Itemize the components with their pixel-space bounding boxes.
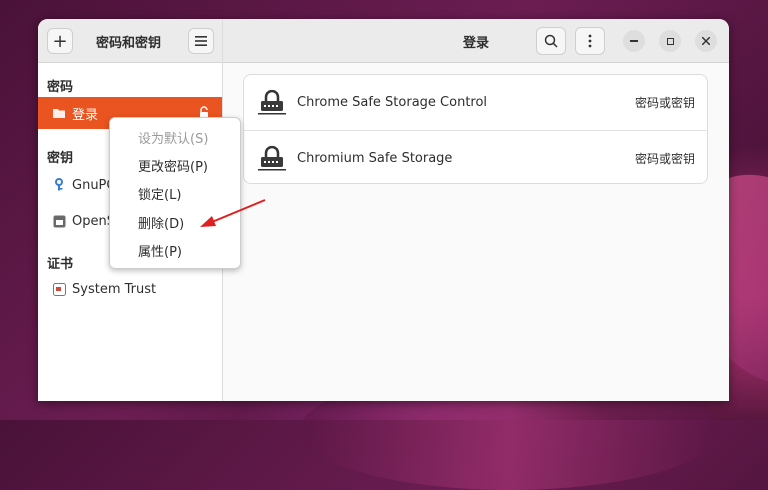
certificate-icon [52, 282, 66, 296]
section-certificates: 证书 [47, 257, 74, 272]
section-keys: 密钥 [47, 151, 74, 166]
sidebar-item-system-trust[interactable]: System Trust [38, 273, 222, 305]
entries-list: Chrome Safe Storage Control 密码或密钥 Chromi… [243, 74, 708, 184]
keyring-lock-icon [258, 89, 286, 120]
entry-type: 密码或密钥 [634, 96, 695, 110]
entry-name: Chromium Safe Storage [297, 151, 453, 166]
key-icon [52, 178, 66, 192]
minimize-button[interactable] [623, 30, 645, 52]
menu-item-change-password[interactable]: 更改密码(P) [138, 156, 208, 175]
minimize-icon [630, 40, 638, 42]
app-title: 密码和密钥 [96, 36, 162, 51]
keyring-lock-icon [258, 145, 286, 176]
kebab-menu-icon [588, 34, 592, 48]
list-item[interactable]: Chrome Safe Storage Control 密码或密钥 [244, 75, 707, 130]
menu-button[interactable] [188, 28, 214, 54]
menu-item-set-default[interactable]: 设为默认(S) [138, 128, 208, 147]
plus-icon: + [52, 30, 68, 52]
more-options-button[interactable] [575, 27, 605, 55]
menu-item-delete[interactable]: 删除(D) [138, 213, 184, 232]
sidebar-item-label: 登录 [72, 107, 99, 123]
hamburger-icon [195, 36, 207, 46]
context-menu: 设为默认(S) 更改密码(P) 锁定(L) 删除(D) 属性(P) [109, 117, 241, 269]
main-header: 登录 [223, 19, 729, 63]
folder-icon [52, 106, 66, 120]
ssh-key-icon [52, 214, 66, 228]
add-button[interactable]: + [47, 28, 73, 54]
maximize-button[interactable] [659, 30, 681, 52]
close-icon [702, 37, 710, 45]
list-item[interactable]: Chromium Safe Storage 密码或密钥 [244, 130, 707, 186]
close-button[interactable] [695, 30, 717, 52]
menu-item-lock[interactable]: 锁定(L) [138, 184, 181, 203]
page-title: 登录 [463, 36, 490, 51]
entry-name: Chrome Safe Storage Control [297, 95, 488, 110]
menu-item-properties[interactable]: 属性(P) [138, 241, 182, 260]
sidebar-header: + 密码和密钥 [38, 19, 222, 63]
search-icon [544, 34, 558, 48]
entry-type: 密码或密钥 [634, 152, 695, 166]
search-button[interactable] [536, 27, 566, 55]
sidebar-item-label: System Trust [72, 281, 157, 297]
maximize-icon [666, 37, 674, 45]
section-passwords: 密码 [47, 80, 74, 95]
annotation-arrow [200, 199, 266, 227]
